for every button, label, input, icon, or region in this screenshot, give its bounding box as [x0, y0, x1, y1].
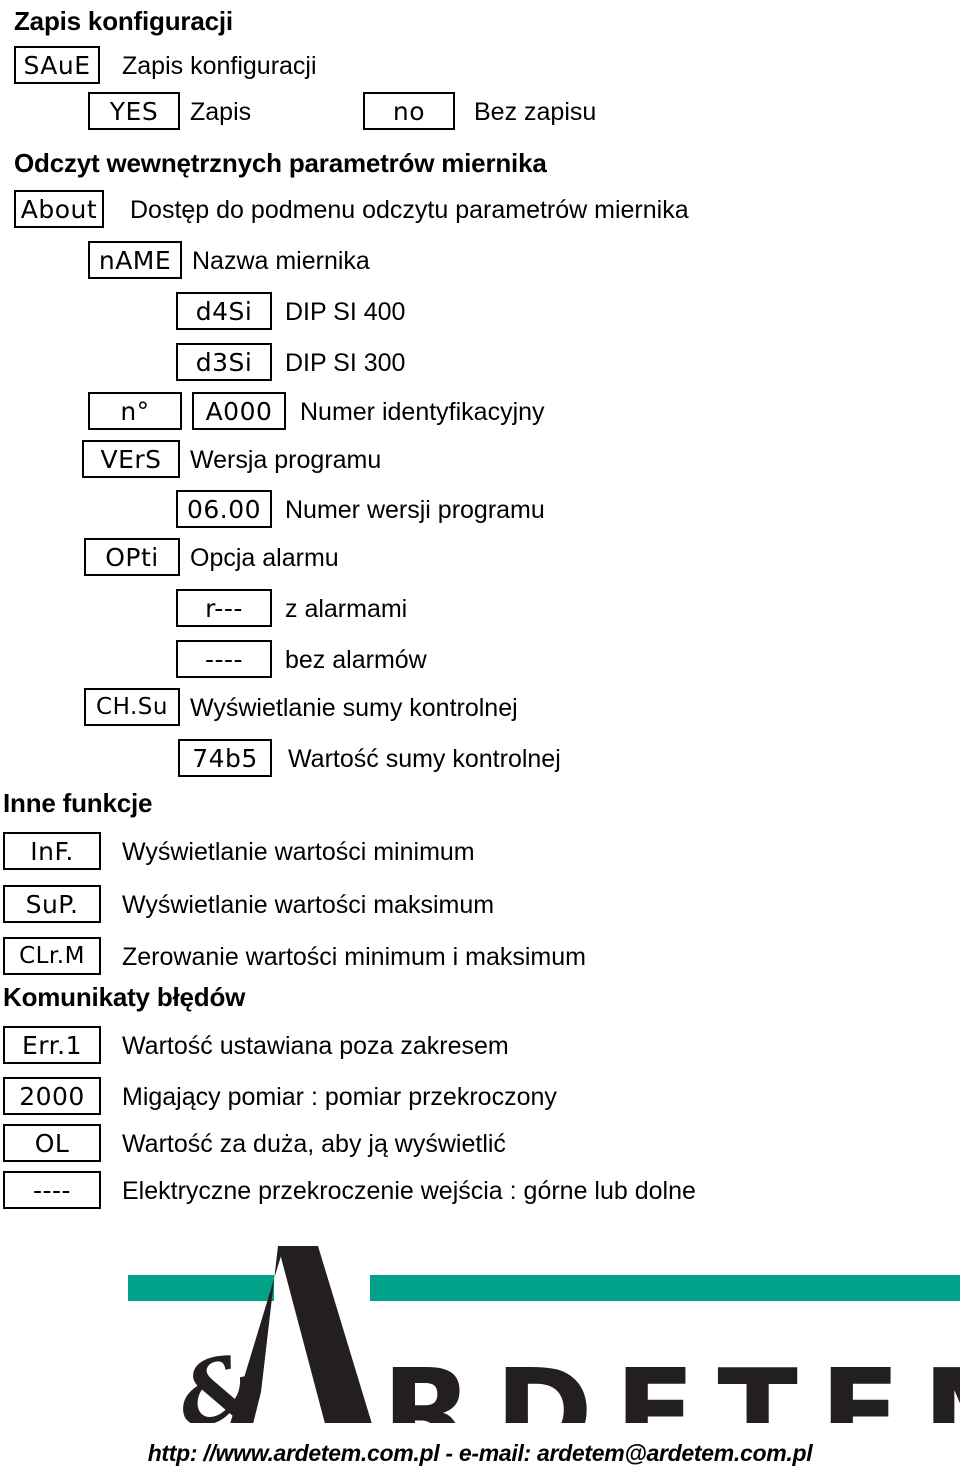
- code-box-r-dashes: r---: [176, 589, 272, 627]
- code-box-d3si: d3Si: [176, 343, 272, 381]
- code-box-2000: 2000: [3, 1077, 101, 1115]
- desc-2000: Migający pomiar : pomiar przekroczony: [122, 1083, 557, 1111]
- code-box-ol: OL: [3, 1124, 101, 1162]
- code-box-opti: OPti: [84, 538, 180, 576]
- section-heading-zapis-konfiguracji: Zapis konfiguracji: [14, 6, 233, 36]
- desc-d4si: DIP SI 400: [285, 298, 406, 326]
- desc-no: Bez zapisu: [474, 98, 597, 126]
- code-box-dashes-no-alarm: ----: [176, 640, 272, 678]
- desc-d3si: DIP SI 300: [285, 349, 406, 377]
- code-box-name: nAME: [88, 241, 182, 279]
- svg-text:&: &: [169, 1334, 266, 1423]
- logo-accent-bar-top-right: [370, 1275, 960, 1301]
- code-box-chsu: CH.Su: [84, 688, 180, 726]
- code-box-d4si: d4Si: [176, 292, 272, 330]
- code-box-74b5: 74b5: [178, 739, 272, 777]
- code-box-yes: YES: [88, 92, 180, 130]
- section-heading-inne-funkcje: Inne funkcje: [3, 788, 153, 818]
- section-heading-komunikaty-bledow: Komunikaty błędów: [3, 982, 246, 1012]
- desc-74b5: Wartość sumy kontrolnej: [288, 745, 561, 773]
- logo-brand-text: RDETEM: [382, 1343, 960, 1423]
- desc-inf: Wyświetlanie wartości minimum: [122, 838, 475, 866]
- footer-contact: http: //www.ardetem.com.pl - e-mail: ard…: [147, 1440, 813, 1466]
- desc-yes: Zapis: [190, 98, 252, 126]
- desc-err1: Wartość ustawiana poza zakresem: [122, 1032, 509, 1060]
- desc-clrm: Zerowanie wartości minimum i maksimum: [122, 943, 586, 971]
- code-box-clrm: CLr.M: [3, 937, 101, 975]
- desc-r-dashes: z alarmami: [285, 595, 408, 623]
- desc-dashes-input-overflow: Elektryczne przekroczenie wejścia : górn…: [122, 1177, 696, 1205]
- desc-opti: Opcja alarmu: [190, 544, 339, 572]
- code-box-saue: SAuE: [14, 46, 100, 84]
- desc-chsu: Wyświetlanie sumy kontrolnej: [190, 694, 518, 722]
- svg-text:RDETEM: RDETEM: [382, 1343, 960, 1423]
- code-box-a000: A000: [192, 392, 286, 430]
- desc-ol: Wartość za duża, aby ją wyświetlić: [122, 1130, 506, 1158]
- desc-saue: Zapis konfiguracji: [122, 52, 317, 80]
- desc-version-number: Numer wersji programu: [285, 496, 545, 524]
- desc-vers: Wersja programu: [190, 446, 382, 474]
- code-box-vers: VErS: [82, 440, 180, 478]
- manual-page: Zapis konfiguracji SAuE Zapis konfigurac…: [0, 0, 960, 1484]
- desc-name: Nazwa miernika: [192, 247, 370, 275]
- code-box-dashes-input-overflow: ----: [3, 1171, 101, 1209]
- ardetem-logo: Z P & A S RDETEM R: [60, 1228, 960, 1423]
- code-box-inf: InF.: [3, 832, 101, 870]
- desc-dashes-no-alarm: bez alarmów: [285, 646, 427, 674]
- code-box-about: About: [14, 190, 104, 228]
- logo-accent-bar-top-left: [128, 1275, 274, 1301]
- section-heading-odczyt-parametrow: Odczyt wewnętrznych parametrów miernika: [14, 148, 547, 178]
- ardetem-logo-graphic: Z P & A S RDETEM R: [128, 1246, 960, 1423]
- code-box-version-number: 06.00: [176, 490, 272, 528]
- code-box-err1: Err.1: [3, 1026, 101, 1064]
- desc-sup: Wyświetlanie wartości maksimum: [122, 891, 495, 919]
- code-box-sup: SuP.: [3, 885, 101, 923]
- desc-a000: Numer identyfikacyjny: [300, 398, 545, 426]
- code-box-n-degree: n°: [88, 392, 182, 430]
- desc-about: Dostęp do podmenu odczytu parametrów mie…: [130, 196, 689, 224]
- code-box-no: no: [363, 92, 455, 130]
